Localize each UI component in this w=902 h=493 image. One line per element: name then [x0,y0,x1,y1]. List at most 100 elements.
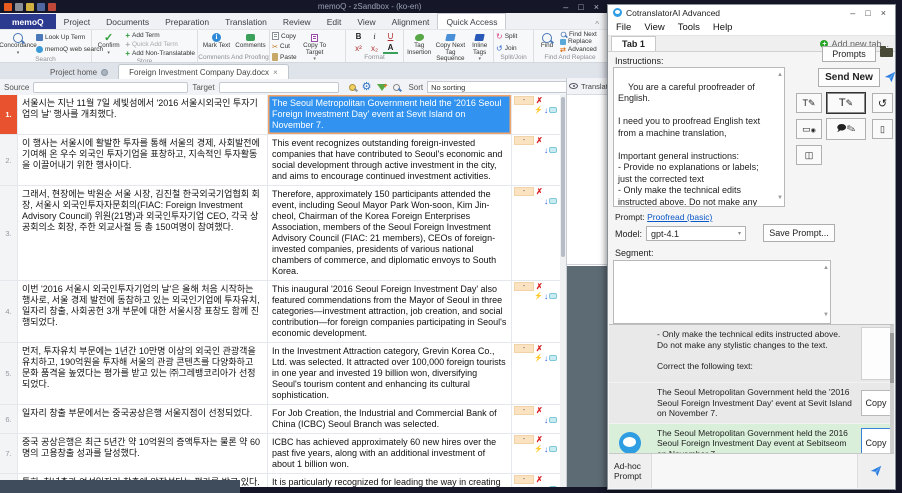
confirm-button[interactable]: ✓ Confirm ▾ [94,31,123,58]
remove-icon[interactable]: ✗ [536,435,543,444]
propagate-icon[interactable]: ↓ [544,445,548,454]
source-cell[interactable]: 먼저, 투자유치 부문에는 1년간 10만명 이상의 외국인 관광객을 유치하고… [18,343,268,404]
quick-add-term-button[interactable]: + Quick Add Term [125,40,195,49]
proofread-source-button[interactable]: T✎ [796,93,822,113]
translation-results-list[interactable] [567,95,607,265]
model-select[interactable]: gpt-4.1 ▾ [646,226,747,241]
target-cell[interactable]: This event recognizes outstanding foreig… [268,135,512,185]
tab-project-home[interactable]: Project home [40,65,118,79]
menu-help[interactable]: Help [713,22,733,33]
join-button[interactable]: ↺ Join [496,44,531,53]
italic-button[interactable]: i [367,31,382,42]
segment-row-5[interactable]: 5. 먼저, 투자유치 부문에는 1년간 10만명 이상의 외국인 관광객을 유… [0,343,560,405]
comment-bubble-icon[interactable] [549,147,557,153]
folder-icon[interactable] [880,46,893,57]
underline-button[interactable]: U [383,31,398,42]
paste-button[interactable]: Paste [272,53,297,62]
qat-icon-1[interactable] [4,2,12,11]
copy-next-tag-button[interactable]: Copy Next Tag Sequence [434,31,466,62]
subscript-button[interactable]: x₂ [367,43,382,54]
target-cell[interactable]: The Seoul Metropolitan Government held t… [268,95,512,134]
filter-settings-gear-icon[interactable]: ⚙ [362,82,372,93]
source-cell[interactable]: 중국 공상은행은 최근 5년간 약 10억원의 증액투자는 물론 약 60명의 … [18,434,268,473]
segment-row-3[interactable]: 3. 그래서, 현장에는 박원순 서울 시장, 김진철 한국외국기업협회 회장,… [0,186,560,281]
comment-edit-button[interactable]: 🗩✎ [826,118,866,140]
add-filter-icon[interactable] [377,83,388,91]
tab-preparation[interactable]: Preparation [157,14,217,29]
source-cell[interactable]: 그래서, 현장에는 박원순 서울 시장, 김진철 한국외국기업협회 회장, 서울… [18,186,268,280]
filter-search-icon[interactable] [393,83,401,91]
comment-bubble-icon[interactable] [549,355,557,361]
tab-alignment[interactable]: Alignment [384,14,438,29]
comments-button[interactable]: Comments [235,31,267,54]
target-cell[interactable]: For Job Creation, the Industrial and Com… [268,405,512,433]
tab-translation[interactable]: Translation [217,14,275,29]
maximize-button[interactable]: □ [578,2,583,12]
segment-row-1[interactable]: 1. 서울시는 지난 11월 7일 세빛섬에서 '2016 서울시외국인 투자기… [0,95,560,135]
send-plane-icon[interactable] [884,71,896,83]
menu-tools[interactable]: Tools [678,22,700,33]
propagate-icon[interactable]: ↓ [544,197,548,206]
menu-file[interactable]: File [616,22,631,33]
adhoc-prompt-input[interactable] [651,454,858,488]
ribbon-collapse-icon[interactable]: ^ [587,20,607,29]
comment-bubble-icon[interactable] [549,107,557,113]
qat-icon-4[interactable] [37,2,45,11]
copy-button[interactable]: Copy [272,32,297,41]
segment-textarea[interactable]: ▲ ▼ [613,260,831,324]
eye-icon[interactable] [569,83,578,89]
scroll-down-icon[interactable]: ▼ [777,193,783,205]
source-cell[interactable]: 일자리 창출 부문에서는 중국공상은행 서울지점이 선정되었다. [18,405,268,433]
grid-scrollbar-thumb[interactable] [561,97,565,257]
remove-icon[interactable]: ✗ [536,344,543,353]
propagate-icon[interactable]: ↓ [544,354,548,363]
remove-icon[interactable]: ✗ [536,475,543,484]
propagate-icon[interactable]: ↓ [544,146,548,155]
copy-button-clipped[interactable] [861,327,891,380]
scroll-up-icon[interactable]: ▲ [777,70,783,82]
copy-button[interactable]: Copy [861,428,891,454]
scroll-down-icon[interactable]: ▼ [823,310,829,322]
tab-documents[interactable]: Documents [98,14,157,29]
adhoc-send-button[interactable] [858,454,894,488]
proofread-target-button[interactable]: T✎ [826,92,866,114]
send-new-button[interactable]: Send New [818,68,880,87]
chat-scrollbar[interactable] [890,325,894,454]
mark-text-button[interactable]: i Mark Text [201,31,233,54]
maximize-button[interactable]: □ [865,8,870,18]
find-next-button[interactable]: Find Next [560,31,597,38]
tab-memoq[interactable]: memoQ [0,14,56,29]
remove-icon[interactable]: ✗ [536,282,543,291]
prompt-name-link[interactable]: Proofread (basic) [647,212,712,222]
target-cell[interactable]: Therefore, approximately 150 participant… [268,186,512,280]
source-filter-input[interactable] [33,81,189,93]
target-cell[interactable]: This inaugural '2016 Seoul Foreign Inves… [268,281,512,342]
propagate-icon[interactable]: ↓ [544,106,548,115]
qat-icon-2[interactable] [15,2,23,11]
chat-scrollbar-thumb[interactable] [890,333,894,383]
tab-view[interactable]: View [349,14,383,29]
remove-icon[interactable]: ✗ [536,96,543,105]
sort-select[interactable]: No sorting ▾ [427,81,576,93]
close-button[interactable]: × [881,8,886,18]
preview-button[interactable]: ▭◉ [796,119,822,139]
remove-icon[interactable]: ✗ [536,406,543,415]
replace-button[interactable]: Replace [560,38,597,45]
save-prompt-button[interactable]: Save Prompt... [763,224,835,242]
cut-button[interactable]: ✂ Cut [272,43,297,51]
remove-icon[interactable]: ✗ [536,187,543,196]
source-cell[interactable]: 이번 '2016 서울시 외국인투자기업의 날'은 올해 처음 시작하는 행사로… [18,281,268,342]
concordance-button[interactable]: Concordance ▾ [0,31,37,56]
tab-quick-access[interactable]: Quick Access [437,13,507,29]
filter-highlight-icon[interactable] [348,83,356,91]
propagate-icon[interactable]: ↓ [544,485,548,488]
add-non-translatable-button[interactable]: + Add Non-Translatable [125,49,195,58]
qat-icon-5[interactable] [48,2,56,11]
undo-button[interactable]: ↺ [872,93,893,113]
scroll-up-icon[interactable]: ▲ [823,263,829,275]
tab-review[interactable]: Review [275,14,319,29]
comment-bubble-icon[interactable] [549,293,557,299]
find-button[interactable]: Find [536,31,558,54]
comment-bubble-icon[interactable] [549,417,557,423]
segment-row-2[interactable]: 2. 이 행사는 서울시에 활발한 투자를 통해 서울의 경제, 사회발전에 기… [0,135,560,186]
